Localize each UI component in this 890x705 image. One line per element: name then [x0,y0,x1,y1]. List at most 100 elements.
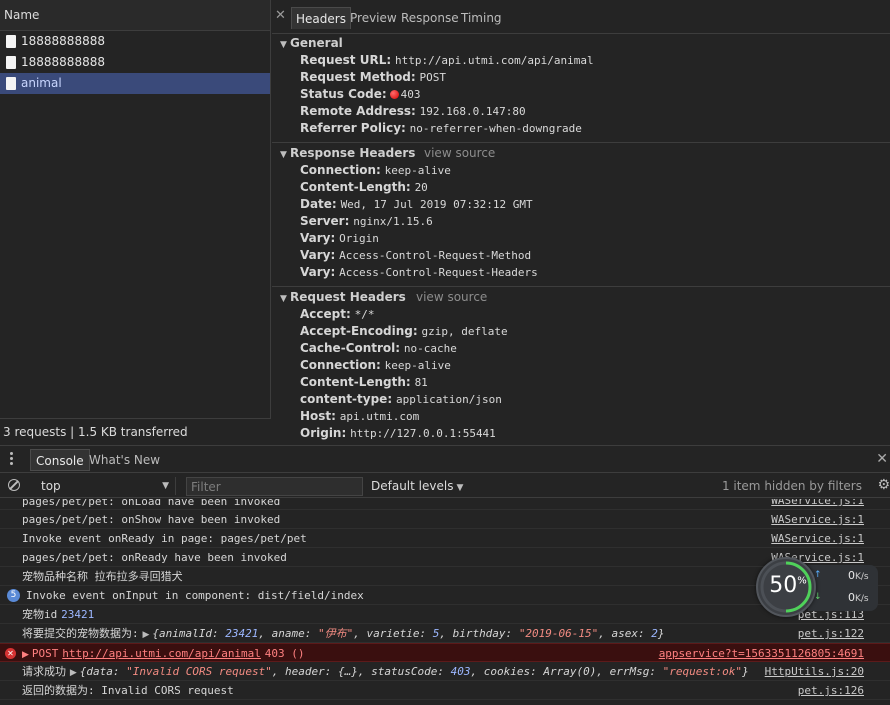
header-value: Origin [339,232,379,245]
request-list-pane: Name 18888888888 18888888888 animal 3 re… [0,0,271,445]
request-details-pane: ✕ Headers Preview Response Timing ▼ Gener… [272,0,890,445]
header-value: gzip, deflate [421,325,508,338]
view-source-link[interactable]: view source [424,145,495,162]
expand-triangle-icon: ▼ [280,150,287,160]
network-summary: 3 requests | 1.5 KB transferred [0,418,271,445]
header-key: Content-Length: [300,180,411,194]
source-link[interactable]: pet.js:126 [798,681,864,700]
header-key: Connection: [300,163,381,177]
error-icon: ✕ [5,648,16,659]
source-link[interactable]: pet.js:122 [798,624,864,643]
close-icon[interactable]: ✕ [275,8,286,23]
console-toolbar: top ▼ Default levels▼ 1 item hidden by f… [0,473,890,498]
header-key: Request Method: [300,70,416,84]
header-row: Content-Length: 81 [280,374,890,391]
expand-arrow-icon[interactable]: ▶ [22,650,29,660]
header-value: Wed, 17 Jul 2019 07:32:12 GMT [340,198,533,211]
request-name: 18888888888 [21,55,105,69]
header-key: Vary: [300,248,336,262]
context-value: top [41,479,61,493]
speed-panel: ↑ 0K/s ↓ 0K/s [808,565,878,611]
header-value: keep-alive [384,359,451,372]
view-source-link[interactable]: view source [416,289,487,306]
header-row: Server: nginx/1.15.6 [280,213,890,230]
header-value: nginx/1.15.6 [353,215,433,228]
hidden-items-note: 1 item hidden by filters [721,479,862,493]
context-select[interactable]: top ▼ [36,477,176,495]
header-key: Host: [300,409,336,423]
download-speed: 0K/s [848,591,869,604]
expand-arrow-icon[interactable]: ▶ [70,668,77,678]
drawer-tabbar: Console What's New ✕ [0,446,890,473]
source-link[interactable]: appservice?t=1563351126805:4691 [659,644,864,663]
header-key: Content-Length: [300,375,411,389]
header-row: Status Code: 403 [280,86,890,103]
request-row[interactable]: 18888888888 [0,31,270,52]
log-message: Invoke event onReady in page: pages/pet/… [0,529,890,548]
network-speed-widget[interactable]: ↑ 0K/s ↓ 0K/s 50% [756,557,880,617]
request-headers-section: ▼ Request Headers view source Accept: */*… [272,287,890,442]
tab-response[interactable]: Response [397,7,463,29]
log-object[interactable]: {animalId: 23421, aname: "伊布", varietie:… [152,627,664,640]
speed-gauge: 50% [756,557,816,617]
tab-preview[interactable]: Preview [346,7,401,29]
log-error: ✕ ▶ POST http://api.utmi.com/api/animal 4… [0,643,890,662]
dropdown-arrow-icon: ▼ [162,481,169,491]
header-row: Request Method: POST [280,69,890,86]
source-link[interactable]: WAService.js:1 [771,529,864,548]
header-row: Vary: Access-Control-Request-Method [280,247,890,264]
header-value: http://api.utmi.com/api/animal [394,54,594,67]
header-value: no-referrer-when-downgrade [409,122,582,135]
request-name: animal [21,76,62,90]
close-drawer-icon[interactable]: ✕ [876,446,888,473]
header-row: content-type: application/json [280,391,890,408]
header-value: application/json [395,393,502,406]
source-link[interactable]: WAService.js:1 [771,510,864,529]
source-link[interactable]: HttpUtils.js:20 [765,662,864,681]
log-message: pages/pet/pet: onLoad have been invoked … [0,499,890,510]
clear-console-icon[interactable] [8,479,20,491]
log-levels-dropdown[interactable]: Default levels ▼ [371,477,463,495]
log-object[interactable]: {data: "Invalid CORS request", header: {… [80,665,749,678]
filter-input[interactable] [186,477,363,496]
expand-arrow-icon[interactable]: ▶ [142,630,149,640]
network-panel: Name 18888888888 18888888888 animal 3 re… [0,0,890,445]
header-row: Vary: Origin [280,230,890,247]
request-row-selected[interactable]: animal [0,73,270,94]
log-message: 返回的数据为: Invalid CORS request pet.js:126 [0,681,890,700]
tab-headers[interactable]: Headers [291,7,351,29]
header-key: Vary: [300,265,336,279]
section-title: General [290,36,343,50]
response-headers-section-header[interactable]: ▼ Response Headers view source [280,145,890,162]
header-value: Access-Control-Request-Method [339,249,532,262]
file-icon [6,77,16,90]
log-number: 23421 [61,608,95,621]
request-headers-section-header[interactable]: ▼ Request Headers view source [280,289,890,306]
general-section-header[interactable]: ▼ General [280,35,890,52]
repeat-count-badge: 5 [7,589,20,602]
header-row: Accept: */* [280,306,890,323]
tab-whats-new[interactable]: What's New [84,449,165,471]
header-value: 192.168.0.147:80 [419,105,526,118]
header-value: 81 [414,376,428,389]
tab-console[interactable]: Console [30,449,90,471]
header-value: http://127.0.0.1:55441 [350,427,496,440]
log-text: pages/pet/pet: onReady have been invoked [22,551,287,564]
gear-icon[interactable]: ⚙ [877,477,890,493]
log-text: Invoke event onReady in page: pages/pet/… [22,532,307,545]
section-title: Request Headers [290,290,406,304]
header-row: Host: api.utmi.com [280,408,890,425]
dropdown-arrow-icon: ▼ [456,483,464,493]
log-message: pages/pet/pet: onShow have been invoked … [0,510,890,529]
header-row: Vary: Access-Control-Request-Headers [280,264,890,281]
header-key: Request URL: [300,53,392,67]
header-row: Content-Length: 20 [280,179,890,196]
header-row: Request URL: http://api.utmi.com/api/ani… [280,52,890,69]
tab-timing[interactable]: Timing [457,7,506,29]
error-url-link[interactable]: http://api.utmi.com/api/animal [62,647,261,660]
more-menu-icon[interactable] [10,452,20,467]
name-column-header[interactable]: Name [0,0,270,31]
header-key: Remote Address: [300,104,416,118]
header-row: Referrer Policy: no-referrer-when-downgr… [280,120,890,137]
request-row[interactable]: 18888888888 [0,52,270,73]
